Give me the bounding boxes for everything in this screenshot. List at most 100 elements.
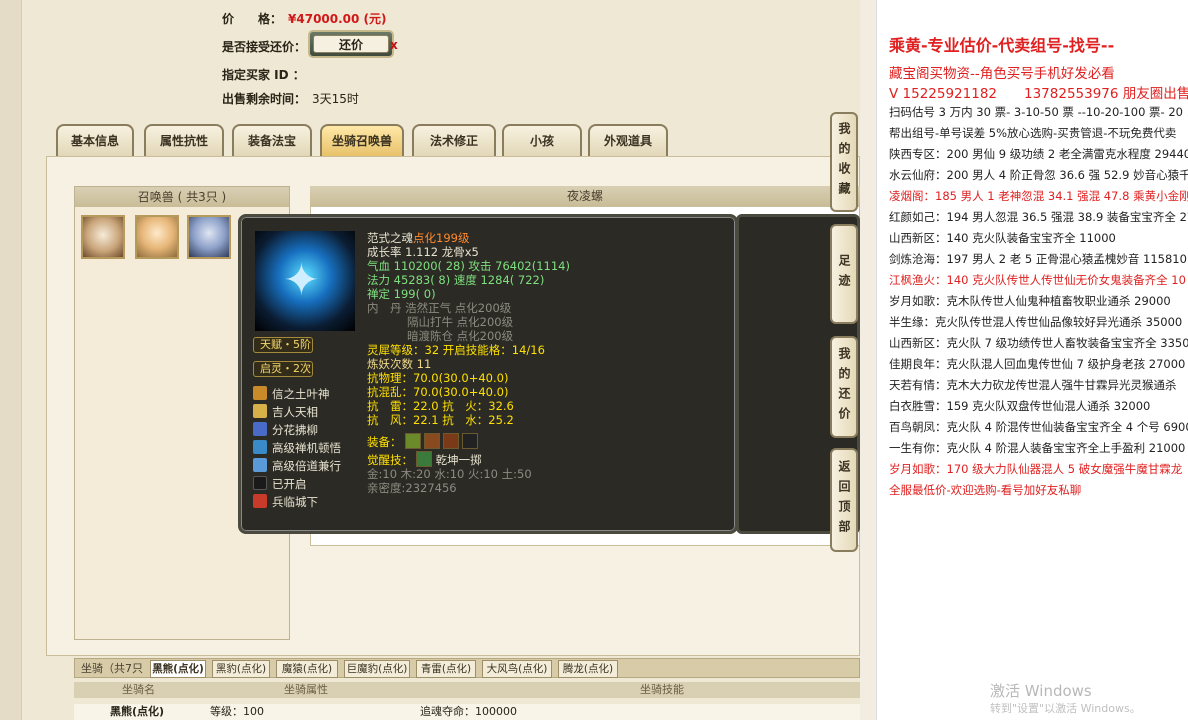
notes-line: 水云仙府：200 男人 4 阶正骨忽 36.6 强 52.9 妙音心猿千万 [889, 168, 1188, 182]
counter-label: 是否接受还价： [222, 40, 307, 54]
mount-tab[interactable]: 黑熊(点化) [150, 660, 206, 678]
skill-item[interactable]: 分花拂柳 [253, 421, 341, 439]
remaining-label: 出售剩余时间： [222, 92, 307, 106]
notes-line: 山西新区：140 克火队装备宝宝齐全 11000 [889, 231, 1116, 245]
price-label: 价 格： [222, 12, 283, 26]
left-strip [0, 0, 22, 720]
notes-line-2: 藏宝阁买物资--角色买号手机好发必看 [889, 66, 1115, 82]
notes-line: 剑炼沧海：197 男人 2 老 5 正骨混心猿孟槐妙音 115810 [889, 252, 1187, 266]
tab-mount-summon[interactable]: 坐骑召唤兽 [320, 124, 404, 156]
skill-item[interactable]: 高级倍道兼行 [253, 457, 341, 475]
detail-header: 夜凌螺 [310, 186, 860, 206]
mount-row-skill: 追魂夺命：100000 [420, 705, 517, 718]
equip-label: 装备： [367, 435, 402, 449]
notes-line: 扫码估号 3 万内 30 票- 3-10-50 票 --10-20-100 票-… [889, 105, 1188, 119]
spirit-level: 灵犀等级：32 开启技能格：14/16 [367, 343, 545, 357]
my-favorites-button[interactable]: 我的收藏 [830, 112, 858, 212]
talent-badge: 天赋・5阶 [253, 337, 313, 353]
summon-portrait-glyph: ✦ [283, 255, 320, 306]
mount-tab[interactable]: 青雷(点化) [416, 660, 476, 678]
notes-title: 乘黄-专业估价-代卖组号-找号-- [889, 36, 1115, 55]
resist-wind-water: 抗 风：22.1 抗 水：25.2 [367, 413, 514, 427]
my-counter-offers-button[interactable]: 我的还价 [830, 336, 858, 438]
skill-label: 已开启 [272, 477, 307, 491]
footprint-button[interactable]: 足迹 [830, 224, 858, 324]
resist-chaos: 抗混乱：70.0(30.0+40.0) [367, 385, 509, 399]
skill-item[interactable]: 已开启 [253, 475, 341, 493]
close-icon[interactable]: x [390, 38, 398, 52]
tab-equipment[interactable]: 装备法宝 [232, 124, 312, 156]
mount-row-level: 等级：100 [210, 705, 264, 718]
skill-item[interactable]: 吉人天相 [253, 403, 341, 421]
activation-watermark-sub: 转到"设置"以激活 Windows。 [990, 702, 1141, 715]
notes-line: 百鸟朝凤：克火队 4 阶混传世仙装备宝宝齐全 4 个号 6900 [889, 420, 1188, 434]
mount-tab[interactable]: 黑豹(点化) [212, 660, 270, 678]
notes-phone-line: V 15225921182 13782553976 朋友圈出售 [889, 86, 1188, 102]
notes-line: 半生缘：克火队传世混人传世仙品像较好异光通杀 35000 [889, 315, 1183, 329]
zen: 禅定 199( 0) [367, 287, 436, 301]
tab-child[interactable]: 小孩 [502, 124, 582, 156]
skill-item[interactable]: 信之土叶神 [253, 385, 341, 403]
elements: 金:10 木:20 水:10 火:10 土:50 [367, 467, 532, 481]
notes-line: 岁月如歌：170 级大力队仙器混人 5 破女魔强牛魔甘霖龙 [889, 462, 1183, 476]
mount-col-name: 坐骑名 [122, 683, 155, 696]
summon-avatar-1[interactable] [81, 215, 125, 259]
notes-line: 凌烟阁：185 男人 1 老神忽混 34.1 强混 47.8 乘黄小金刚 2 [889, 189, 1188, 203]
notes-line: 帮出组号-单号误差 5%放心选购-买贵管退-不玩免费代卖 [889, 126, 1177, 140]
mount-row: 黑熊(点化) 等级：100 追魂夺命：100000 [74, 704, 860, 720]
summon-tooltip: ✦ 范式之魂点化199级 成长率 1.112 龙骨x5 气血 110200( 2… [238, 214, 738, 534]
skill-item[interactable]: 高级禅机顿悟 [253, 439, 341, 457]
tab-attributes[interactable]: 属性抗性 [144, 124, 224, 156]
game-page: 价 格： ¥47000.00 (元) 是否接受还价： 还价 x 指定买家 ID ：… [0, 0, 860, 720]
notes-line: 天若有情：克木大力砍龙传世混人强牛甘霖异光灵猴通杀 [889, 378, 1177, 392]
counter-offer-button[interactable]: 还价 [308, 30, 394, 58]
notes-line: 白衣胜雪：159 克火队双盘传世仙混人通杀 32000 [889, 399, 1151, 413]
tab-basic-info[interactable]: 基本信息 [56, 124, 134, 156]
refine-count: 炼妖次数 11 [367, 357, 432, 371]
mount-tab[interactable]: 巨魔豹(点化) [344, 660, 410, 678]
skill-icon [253, 458, 267, 472]
notes-line: 红颜如己：194 男人忽混 36.5 强混 38.9 装备宝宝齐全 270 [889, 210, 1188, 224]
skill-label: 吉人天相 [272, 405, 318, 419]
mount-col-skill: 坐骑技能 [640, 683, 684, 696]
mount-columns: 坐骑名 坐骑属性 坐骑技能 [74, 682, 860, 698]
skill-label: 兵临城下 [272, 495, 318, 509]
summon-level: 点化199级 [413, 231, 470, 245]
skill-icon [253, 386, 267, 400]
awaken-skill: 乾坤一掷 [435, 453, 482, 467]
tab-appearance[interactable]: 外观道具 [588, 124, 668, 156]
mount-tab[interactable]: 大风鸟(点化) [482, 660, 552, 678]
counter-offer-label: 还价 [313, 35, 389, 53]
neidan-1: 内 丹 浩然正气 点化200级 [367, 301, 512, 315]
mount-col-attr: 坐骑属性 [284, 683, 328, 696]
growth: 成长率 1.112 龙骨x5 [367, 245, 479, 259]
skill-icon [253, 440, 267, 454]
neidan-2: 隔山打牛 点化200级 [407, 315, 514, 329]
back-to-top-button[interactable]: 返回顶部 [830, 448, 858, 552]
tab-spell[interactable]: 法术修正 [412, 124, 496, 156]
notes-line: 全服最低价-欢迎选购-看号加好友私聊 [889, 483, 1082, 497]
spirit-badge: 启灵・2次 [253, 361, 313, 377]
summon-name-row: 范式之魂点化199级 [367, 231, 469, 245]
equip-slot-2-icon[interactable] [423, 433, 440, 449]
resist-thunder-fire: 抗 雷：22.0 抗 火：32.6 [367, 399, 514, 413]
summon-avatar-2[interactable] [135, 215, 179, 259]
price-value: ¥47000.00 (元) [288, 12, 387, 26]
activation-watermark-title: 激活 Windows [990, 682, 1092, 700]
mount-tab[interactable]: 腾龙(点化) [558, 660, 618, 678]
equip-slot-3-icon[interactable] [442, 433, 459, 449]
equip-slot-4-icon[interactable] [461, 433, 478, 449]
notes-line: 江枫渔火：140 克火队传世人传世仙无价女鬼装备齐全 10 [889, 273, 1186, 287]
awaken-label: 觉醒技： [367, 453, 413, 467]
mp-speed: 法力 45283( 8) 速度 1284( 722) [367, 273, 545, 287]
summon-avatar-3[interactable] [187, 215, 231, 259]
skill-item[interactable]: 兵临城下 [253, 493, 341, 511]
summon-header: 召唤兽 ( 共3只 ) [75, 187, 289, 207]
skill-label: 高级禅机顿悟 [272, 441, 341, 455]
equip-slot-1-icon[interactable] [404, 433, 421, 449]
equip-row: 装备： [367, 433, 478, 449]
mount-tab[interactable]: 魔猿(点化) [276, 660, 338, 678]
notes-line: 佳期良年：克火队混人回血鬼传世仙 7 级护身老孩 27000 [889, 357, 1186, 371]
mount-header: 坐骑（共7只 [81, 662, 143, 675]
notes-line: 一生有你：克火队 4 阶混人装备宝宝齐全上手盈利 21000 [889, 441, 1186, 455]
